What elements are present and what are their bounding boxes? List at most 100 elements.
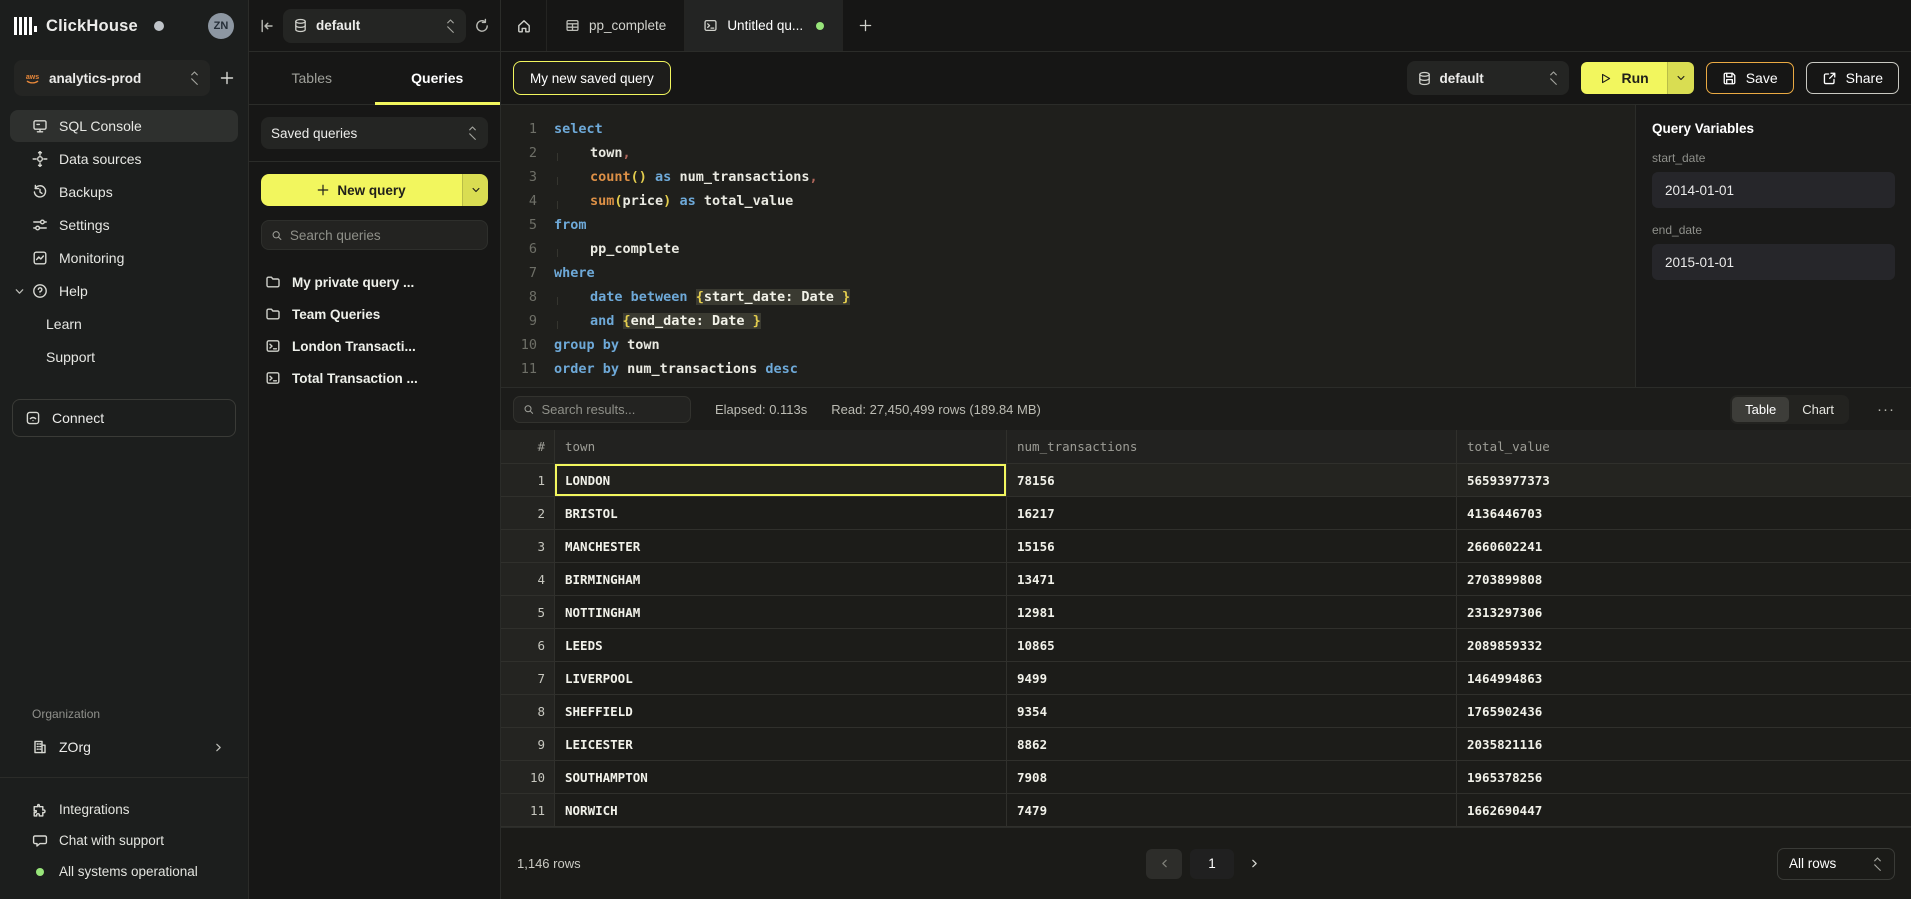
table-row[interactable]: 8SHEFFIELD93541765902436 bbox=[501, 695, 1911, 728]
sidebar-item-settings[interactable]: Settings bbox=[10, 209, 238, 241]
sidebar-item-monitoring[interactable]: Monitoring bbox=[10, 242, 238, 274]
code-line[interactable]: 7where bbox=[507, 261, 1635, 285]
search-queries-input[interactable] bbox=[290, 228, 478, 243]
town-cell[interactable]: NOTTINGHAM bbox=[555, 596, 1007, 628]
sidebar-item-backups[interactable]: Backups bbox=[10, 176, 238, 208]
tab-tables[interactable]: Tables bbox=[249, 52, 375, 104]
town-cell[interactable]: LONDON bbox=[555, 464, 1007, 496]
table-row[interactable]: 4BIRMINGHAM134712703899808 bbox=[501, 563, 1911, 596]
code-line[interactable]: 4sum(price) as total_value bbox=[507, 189, 1635, 213]
new-query-dropdown-button[interactable] bbox=[462, 174, 488, 206]
previous-page-button[interactable] bbox=[1146, 849, 1182, 879]
collapse-sidebar-button[interactable] bbox=[259, 18, 275, 34]
code-line[interactable]: 8date between {start_date: Date } bbox=[507, 285, 1635, 309]
view-table-button[interactable]: Table bbox=[1732, 397, 1789, 422]
town-cell[interactable]: LEICESTER bbox=[555, 728, 1007, 760]
new-query-button[interactable]: New query bbox=[261, 174, 462, 206]
table-row[interactable]: 5NOTTINGHAM129812313297306 bbox=[501, 596, 1911, 629]
code-line[interactable]: 10group by town bbox=[507, 333, 1635, 357]
total-value-cell[interactable]: 1662690447 bbox=[1457, 794, 1911, 826]
num-transactions-cell[interactable]: 15156 bbox=[1007, 530, 1457, 562]
code-line[interactable]: 2town, bbox=[507, 141, 1635, 165]
connect-button[interactable]: Connect bbox=[12, 399, 236, 437]
refresh-button[interactable] bbox=[474, 18, 490, 34]
row-index-cell[interactable]: 1 bbox=[501, 464, 555, 496]
total-value-cell[interactable]: 2089859332 bbox=[1457, 629, 1911, 661]
row-index-cell[interactable]: 2 bbox=[501, 497, 555, 529]
row-index-cell[interactable]: 11 bbox=[501, 794, 555, 826]
num-transactions-cell[interactable]: 7908 bbox=[1007, 761, 1457, 793]
home-button[interactable] bbox=[501, 0, 547, 51]
sidebar-item-sql-console[interactable]: SQL Console bbox=[10, 110, 238, 142]
row-index-cell[interactable]: 5 bbox=[501, 596, 555, 628]
sidebar-item-support[interactable]: Support bbox=[10, 341, 238, 373]
row-index-cell[interactable]: 3 bbox=[501, 530, 555, 562]
run-database-selector[interactable]: default bbox=[1407, 61, 1569, 95]
sidebar-item-chat-support[interactable]: Chat with support bbox=[0, 825, 248, 856]
code-line[interactable]: 11order by num_transactions desc bbox=[507, 357, 1635, 381]
sidebar-item-data-sources[interactable]: Data sources bbox=[10, 143, 238, 175]
sidebar-item-help[interactable]: Help bbox=[10, 275, 238, 307]
code-line[interactable]: 9and {end_date: Date } bbox=[507, 309, 1635, 333]
code-line[interactable]: 6pp_complete bbox=[507, 237, 1635, 261]
results-more-button[interactable]: ··· bbox=[1873, 401, 1899, 418]
save-button[interactable]: Save bbox=[1706, 62, 1794, 94]
row-index-cell[interactable]: 7 bbox=[501, 662, 555, 694]
num-transactions-cell[interactable]: 7479 bbox=[1007, 794, 1457, 826]
town-cell[interactable]: SHEFFIELD bbox=[555, 695, 1007, 727]
run-options-button[interactable] bbox=[1667, 62, 1694, 94]
table-row[interactable]: 7LIVERPOOL94991464994863 bbox=[501, 662, 1911, 695]
tab-pp-complete[interactable]: pp_complete bbox=[547, 0, 685, 51]
code-line[interactable]: 3count() as num_transactions, bbox=[507, 165, 1635, 189]
share-button[interactable]: Share bbox=[1806, 62, 1899, 94]
page-number-input[interactable] bbox=[1190, 849, 1234, 879]
num-transactions-cell[interactable]: 9354 bbox=[1007, 695, 1457, 727]
table-row[interactable]: 1LONDON7815656593977373 bbox=[501, 464, 1911, 497]
total-value-cell[interactable]: 2703899808 bbox=[1457, 563, 1911, 595]
next-page-button[interactable] bbox=[1242, 849, 1266, 879]
organization-switcher[interactable]: ZOrg bbox=[0, 731, 248, 763]
saved-query-item[interactable]: London Transacti... bbox=[261, 330, 488, 362]
view-chart-button[interactable]: Chart bbox=[1789, 397, 1847, 422]
sidebar-item-integrations[interactable]: Integrations bbox=[0, 794, 248, 825]
total-value-cell[interactable]: 56593977373 bbox=[1457, 464, 1911, 496]
row-index-cell[interactable]: 4 bbox=[501, 563, 555, 595]
search-results-input[interactable] bbox=[541, 402, 681, 417]
tab-queries[interactable]: Queries bbox=[375, 52, 501, 104]
total-value-cell[interactable]: 4136446703 bbox=[1457, 497, 1911, 529]
table-row[interactable]: 6LEEDS108652089859332 bbox=[501, 629, 1911, 662]
total-value-cell[interactable]: 2035821116 bbox=[1457, 728, 1911, 760]
town-cell[interactable]: MANCHESTER bbox=[555, 530, 1007, 562]
num-transactions-cell[interactable]: 10865 bbox=[1007, 629, 1457, 661]
saved-queries-selector[interactable]: Saved queries bbox=[261, 117, 488, 149]
table-row[interactable]: 10SOUTHAMPTON79081965378256 bbox=[501, 761, 1911, 794]
add-service-button[interactable] bbox=[220, 71, 234, 85]
table-row[interactable]: 2BRISTOL162174136446703 bbox=[501, 497, 1911, 530]
saved-query-item[interactable]: My private query ... bbox=[261, 266, 488, 298]
clickhouse-brand[interactable]: ClickHouse bbox=[14, 16, 138, 36]
row-index-cell[interactable]: 10 bbox=[501, 761, 555, 793]
total-value-cell[interactable]: 1765902436 bbox=[1457, 695, 1911, 727]
system-status-link[interactable]: All systems operational bbox=[0, 856, 248, 887]
num-transactions-cell[interactable]: 9499 bbox=[1007, 662, 1457, 694]
saved-query-tab[interactable]: My new saved query bbox=[513, 61, 671, 95]
end-date-input[interactable] bbox=[1652, 244, 1895, 280]
start-date-input[interactable] bbox=[1652, 172, 1895, 208]
num-transactions-cell[interactable]: 16217 bbox=[1007, 497, 1457, 529]
code-line[interactable]: 1select bbox=[507, 117, 1635, 141]
table-row[interactable]: 9LEICESTER88622035821116 bbox=[501, 728, 1911, 761]
total-value-cell[interactable]: 1464994863 bbox=[1457, 662, 1911, 694]
total-value-cell[interactable]: 2313297306 bbox=[1457, 596, 1911, 628]
town-cell[interactable]: BRISTOL bbox=[555, 497, 1007, 529]
town-cell[interactable]: NORWICH bbox=[555, 794, 1007, 826]
table-row[interactable]: 3MANCHESTER151562660602241 bbox=[501, 530, 1911, 563]
sidebar-item-learn[interactable]: Learn bbox=[10, 308, 238, 340]
num-transactions-cell[interactable]: 78156 bbox=[1007, 464, 1457, 496]
sql-editor[interactable]: 1select2town,3count() as num_transaction… bbox=[501, 105, 1635, 387]
town-cell[interactable]: SOUTHAMPTON bbox=[555, 761, 1007, 793]
num-transactions-cell[interactable]: 12981 bbox=[1007, 596, 1457, 628]
tab-untitled-query[interactable]: Untitled qu... bbox=[685, 0, 843, 51]
row-index-cell[interactable]: 9 bbox=[501, 728, 555, 760]
saved-query-item[interactable]: Total Transaction ... bbox=[261, 362, 488, 394]
new-tab-button[interactable] bbox=[843, 0, 887, 51]
